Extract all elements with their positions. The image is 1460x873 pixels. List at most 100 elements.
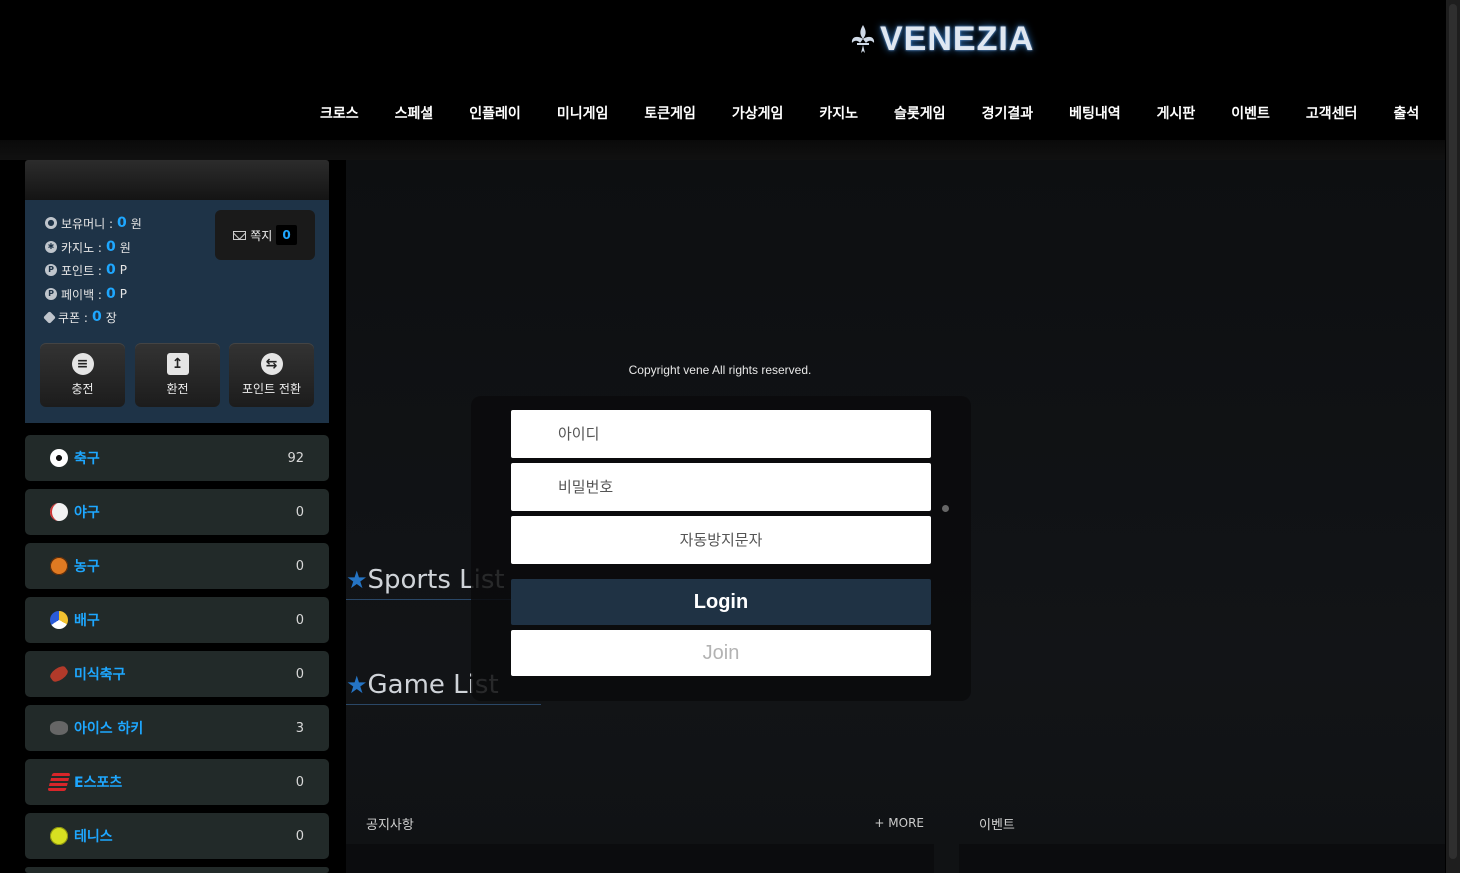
payback-icon: P	[45, 288, 57, 300]
sport-name: 농구	[74, 559, 100, 575]
balance-row: ● 보유머니 : 0 원	[45, 214, 142, 232]
sport-count: 92	[287, 450, 304, 466]
scrollbar-thumb[interactable]	[1449, 4, 1457, 859]
baseball-icon	[50, 503, 68, 521]
casino-value: 0	[105, 239, 116, 255]
point-value: 0	[105, 262, 116, 278]
payback-unit: P	[119, 287, 127, 301]
soccer-ball-icon	[50, 449, 68, 467]
nav-item-support[interactable]: 고객센터	[1306, 103, 1358, 123]
volleyball-icon	[50, 611, 68, 629]
sport-item-esports[interactable]: E스포츠 0	[25, 759, 329, 805]
sport-count: 0	[295, 774, 304, 790]
nav-item-attendance[interactable]: 출석	[1393, 103, 1419, 123]
modal-indicator-dot	[942, 505, 949, 512]
point-exchange-label: 포인트 전환	[241, 382, 301, 396]
nav-item-board[interactable]: 게시판	[1157, 103, 1196, 123]
deposit-button[interactable]: ≡ 충전	[40, 343, 125, 407]
envelope-icon	[233, 230, 247, 240]
nav-item-cross[interactable]: 크로스	[320, 103, 359, 123]
withdraw-label: 환전	[166, 382, 189, 396]
sport-item-soccer[interactable]: 축구 92	[25, 435, 329, 481]
sport-name: 아이스 하키	[74, 721, 144, 737]
sport-item-tennis[interactable]: 테니스 0	[25, 813, 329, 859]
sport-count: 0	[295, 612, 304, 628]
sport-item-ice-hockey[interactable]: 아이스 하키 3	[25, 705, 329, 751]
point-row: P 포인트 : 0 P	[45, 261, 127, 279]
notice-title: 공지사항	[366, 818, 414, 833]
event-board-header: 이벤트	[959, 800, 1445, 845]
sport-name: 배구	[74, 613, 100, 629]
sport-item-basketball[interactable]: 농구 0	[25, 543, 329, 589]
balance-unit: 원	[130, 216, 142, 231]
nav-item-results[interactable]: 경기결과	[982, 103, 1034, 123]
coupon-icon	[43, 310, 56, 324]
tennis-ball-icon	[50, 827, 68, 845]
coins-icon: ≡	[71, 353, 94, 375]
casino-row: ✱ 카지노 : 0 원	[45, 238, 131, 256]
nav-item-token-game[interactable]: 토큰게임	[644, 103, 696, 123]
american-football-icon	[48, 663, 70, 685]
payback-value: 0	[105, 286, 116, 302]
event-list	[959, 844, 1445, 873]
point-exchange-button[interactable]: ⇆ 포인트 전환	[229, 343, 314, 407]
point-label: 포인트 :	[61, 263, 102, 278]
nav-item-event[interactable]: 이벤트	[1231, 103, 1270, 123]
money-icon: ●	[45, 217, 57, 229]
sport-count: 0	[295, 558, 304, 574]
sport-item-american-football[interactable]: 미식축구 0	[25, 651, 329, 697]
point-icon: P	[45, 264, 57, 276]
notice-board-header: 공지사항 + MORE	[346, 800, 934, 845]
event-title: 이벤트	[979, 818, 1015, 833]
notice-list	[346, 844, 934, 873]
sport-name: E스포츠	[74, 775, 123, 791]
sport-item-baseball[interactable]: 야구 0	[25, 489, 329, 535]
withdraw-button[interactable]: ↥ 환전	[135, 343, 220, 407]
sport-item-more[interactable]	[25, 867, 329, 873]
sport-name: 축구	[74, 451, 100, 467]
coupon-row: 쿠폰 : 0 장	[43, 308, 117, 326]
payback-row: P 페이백 : 0 P	[45, 285, 127, 303]
sport-count: 0	[295, 666, 304, 682]
casino-chip-icon: ✱	[45, 241, 57, 253]
header-divider	[0, 140, 1445, 160]
captcha-input[interactable]	[511, 516, 931, 564]
sport-item-volleyball[interactable]: 배구 0	[25, 597, 329, 643]
coupon-label: 쿠폰 :	[58, 310, 88, 325]
nav-item-virtual-game[interactable]: 가상게임	[732, 103, 784, 123]
site-logo[interactable]: VENEZIA	[846, 16, 1056, 62]
casino-unit: 원	[119, 240, 131, 255]
nav-item-special[interactable]: 스페셜	[395, 103, 434, 123]
message-label: 쪽지	[250, 228, 273, 243]
username-input[interactable]	[511, 410, 931, 458]
sidebar-header	[25, 160, 329, 200]
fleur-de-lis-icon	[851, 25, 875, 53]
account-panel: ● 보유머니 : 0 원 ✱ 카지노 : 0 원 P 포인트 : 0 P P 페…	[25, 200, 329, 423]
nav-item-bet-history[interactable]: 베팅내역	[1069, 103, 1121, 123]
sport-count: 3	[295, 720, 304, 736]
message-button[interactable]: 쪽지 0	[215, 210, 315, 260]
basketball-icon	[50, 557, 68, 575]
login-button[interactable]: Login	[511, 579, 931, 625]
nav-item-inplay[interactable]: 인플레이	[469, 103, 521, 123]
nav-item-slot-game[interactable]: 슬롯게임	[894, 103, 946, 123]
exchange-icon: ⇆	[260, 353, 283, 375]
join-button[interactable]: Join	[511, 630, 931, 676]
sport-name: 미식축구	[74, 667, 126, 683]
star-icon: ★	[346, 566, 368, 594]
main-nav: 크로스 스페셜 인플레이 미니게임 토큰게임 가상게임 카지노 슬롯게임 경기결…	[302, 90, 1445, 136]
sport-count: 0	[295, 828, 304, 844]
nav-item-minigame[interactable]: 미니게임	[557, 103, 609, 123]
password-input[interactable]	[511, 463, 931, 511]
notice-more-link[interactable]: + MORE	[874, 816, 924, 830]
copyright-text: Copyright vene All rights reserved.	[628, 363, 812, 377]
withdraw-icon: ↥	[166, 353, 189, 375]
esports-icon	[47, 773, 71, 791]
payback-label: 페이백 :	[61, 287, 102, 302]
star-icon: ★	[346, 671, 368, 699]
point-unit: P	[119, 263, 127, 277]
nav-item-casino[interactable]: 카지노	[819, 103, 858, 123]
coupon-value: 0	[91, 309, 102, 325]
sport-count: 0	[295, 504, 304, 520]
sport-name: 테니스	[74, 829, 113, 845]
